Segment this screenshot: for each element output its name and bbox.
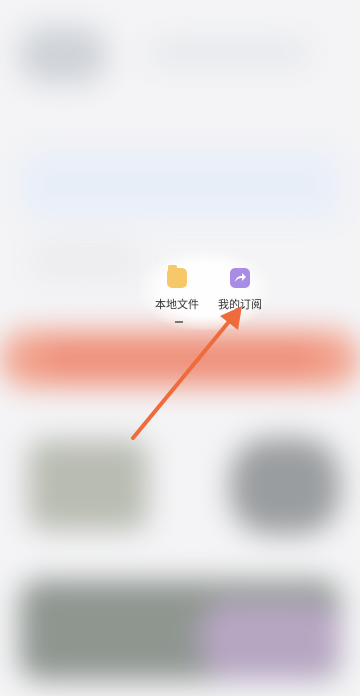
- annotation-arrow: [131, 306, 242, 440]
